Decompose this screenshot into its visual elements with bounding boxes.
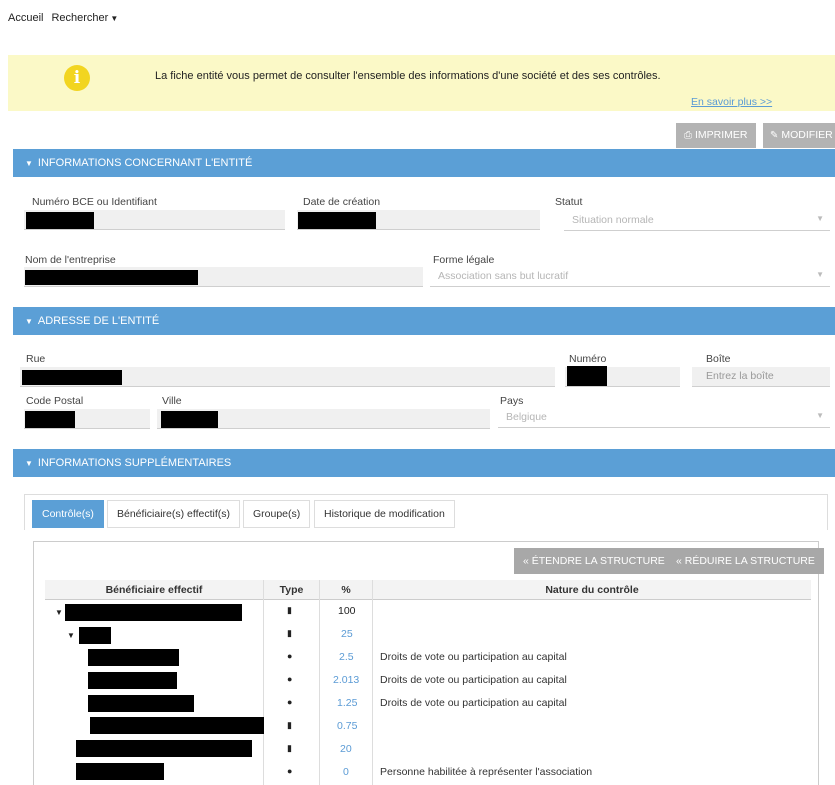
redacted-beneficiary-name — [90, 717, 264, 734]
building-icon: ▮ — [287, 743, 292, 753]
status-value: Situation normale — [572, 214, 654, 226]
redacted-date — [298, 212, 376, 229]
chevron-down-icon: ▼ — [816, 214, 824, 223]
percent-value: 2.013 — [333, 674, 360, 686]
redacted-beneficiary-name — [65, 604, 242, 621]
country-value: Belgique — [506, 411, 547, 423]
print-button-label: IMPRIMER — [695, 129, 748, 141]
percent-value: 2.5 — [339, 651, 354, 663]
redacted-beneficiary-name — [79, 627, 111, 644]
country-select[interactable]: Belgique ▼ — [498, 408, 830, 428]
caret-down-icon[interactable]: ▼ — [55, 608, 63, 617]
column-header-beneficiary: Bénéficiaire effectif — [45, 580, 263, 600]
column-divider — [263, 580, 264, 785]
collapse-structure-button[interactable]: « RÉDUIRE LA STRUCTURE — [667, 548, 824, 574]
redacted-street — [22, 370, 122, 385]
caret-down-icon: ▼ — [25, 317, 33, 326]
info-banner-text: La fiche entité vous permet de consulter… — [155, 70, 661, 82]
person-icon: ● — [287, 697, 293, 707]
section-title-extra: INFORMATIONS SUPPLÉMENTAIRES — [37, 457, 232, 469]
percent-value: 20 — [340, 743, 352, 755]
learn-more-link[interactable]: En savoir plus >> — [691, 96, 772, 108]
chevron-down-icon: ▼ — [816, 411, 824, 420]
info-icon: i — [64, 65, 90, 91]
redacted-postal-code — [25, 411, 75, 428]
control-nature: Droits de vote ou participation au capit… — [380, 651, 567, 663]
top-nav: Accueil Rechercher ▼ — [8, 12, 118, 24]
postal-code-label: Code Postal — [26, 395, 84, 407]
tab-groups[interactable]: Groupe(s) — [243, 500, 311, 528]
legal-form-select[interactable]: Association sans but lucratif ▼ — [430, 267, 830, 287]
expand-structure-button[interactable]: « ÉTENDRE LA STRUCTURE — [514, 548, 674, 574]
box-placeholder: Entrez la boîte — [706, 370, 774, 382]
column-header-percent: % — [320, 580, 372, 600]
company-name-label: Nom de l'entreprise — [25, 254, 116, 266]
redacted-number — [567, 366, 607, 386]
person-icon: ● — [287, 674, 293, 684]
edit-button-label: MODIFIER — [781, 129, 833, 141]
column-header-type: Type — [264, 580, 319, 600]
building-icon: ▮ — [287, 605, 292, 615]
redacted-beneficiary-name — [76, 740, 252, 757]
building-icon: ▮ — [287, 628, 292, 638]
redacted-city — [161, 411, 218, 428]
nav-search-label: Rechercher — [51, 12, 109, 24]
redacted-beneficiary-name — [88, 649, 179, 666]
redacted-beneficiary-name — [76, 763, 164, 780]
section-header-address[interactable]: ▼ ADRESSE DE L'ENTITÉ — [13, 307, 835, 335]
control-nature: Droits de vote ou participation au capit… — [380, 697, 567, 709]
percent-value: 25 — [341, 628, 353, 640]
percent-value: 0.75 — [337, 720, 358, 732]
caret-down-icon: ▼ — [25, 159, 33, 168]
country-label: Pays — [500, 395, 524, 407]
printer-icon: ⎙ — [684, 130, 692, 141]
tab-controls[interactable]: Contrôle(s) — [32, 500, 104, 528]
edit-button[interactable]: ✎ MODIFIER — [763, 123, 835, 148]
legal-form-label: Forme légale — [433, 254, 495, 266]
status-select[interactable]: Situation normale ▼ — [564, 211, 830, 231]
percent-value: 0 — [343, 766, 349, 778]
status-label: Statut — [555, 196, 583, 208]
column-header-nature: Nature du contrôle — [373, 580, 811, 600]
percent-value: 1.25 — [337, 697, 358, 709]
tab-history[interactable]: Historique de modification — [314, 500, 455, 528]
section-header-entity[interactable]: ▼ INFORMATIONS CONCERNANT L'ENTITÉ — [13, 149, 835, 177]
control-nature: Droits de vote ou participation au capit… — [380, 674, 567, 686]
redacted-beneficiary-name — [88, 695, 194, 712]
print-button[interactable]: ⎙ IMPRIMER — [676, 123, 756, 148]
redacted-bce — [26, 212, 94, 229]
legal-form-value: Association sans but lucratif — [438, 270, 569, 282]
building-icon: ▮ — [287, 720, 292, 730]
nav-home-link[interactable]: Accueil — [8, 12, 43, 24]
created-label: Date de création — [303, 196, 381, 208]
number-label: Numéro — [569, 353, 607, 365]
column-divider — [372, 580, 373, 785]
section-title-entity: INFORMATIONS CONCERNANT L'ENTITÉ — [37, 157, 253, 169]
pencil-icon: ✎ — [770, 130, 779, 141]
bce-label: Numéro BCE ou Identifiant — [32, 196, 157, 208]
street-label: Rue — [26, 353, 46, 365]
caret-down-icon: ▼ — [25, 459, 33, 468]
box-label: Boîte — [706, 353, 731, 365]
column-divider — [319, 580, 320, 785]
city-label: Ville — [162, 395, 182, 407]
person-icon: ● — [287, 651, 293, 661]
person-icon: ● — [287, 766, 293, 776]
redacted-company-name — [25, 270, 198, 285]
section-header-extra[interactable]: ▼ INFORMATIONS SUPPLÉMENTAIRES — [13, 449, 835, 477]
nav-search-menu[interactable]: Rechercher ▼ — [51, 12, 118, 24]
tab-beneficiaries[interactable]: Bénéficiaire(s) effectif(s) — [107, 500, 241, 528]
redacted-beneficiary-name — [88, 672, 177, 689]
info-banner: i La fiche entité vous permet de consult… — [8, 55, 835, 111]
caret-down-icon: ▼ — [110, 14, 119, 23]
control-nature: Personne habilitée à représenter l'assoc… — [380, 766, 593, 778]
chevron-down-icon: ▼ — [816, 270, 824, 279]
section-title-address: ADRESSE DE L'ENTITÉ — [37, 315, 160, 327]
caret-down-icon[interactable]: ▼ — [67, 631, 75, 640]
percent-value: 100 — [338, 605, 356, 617]
